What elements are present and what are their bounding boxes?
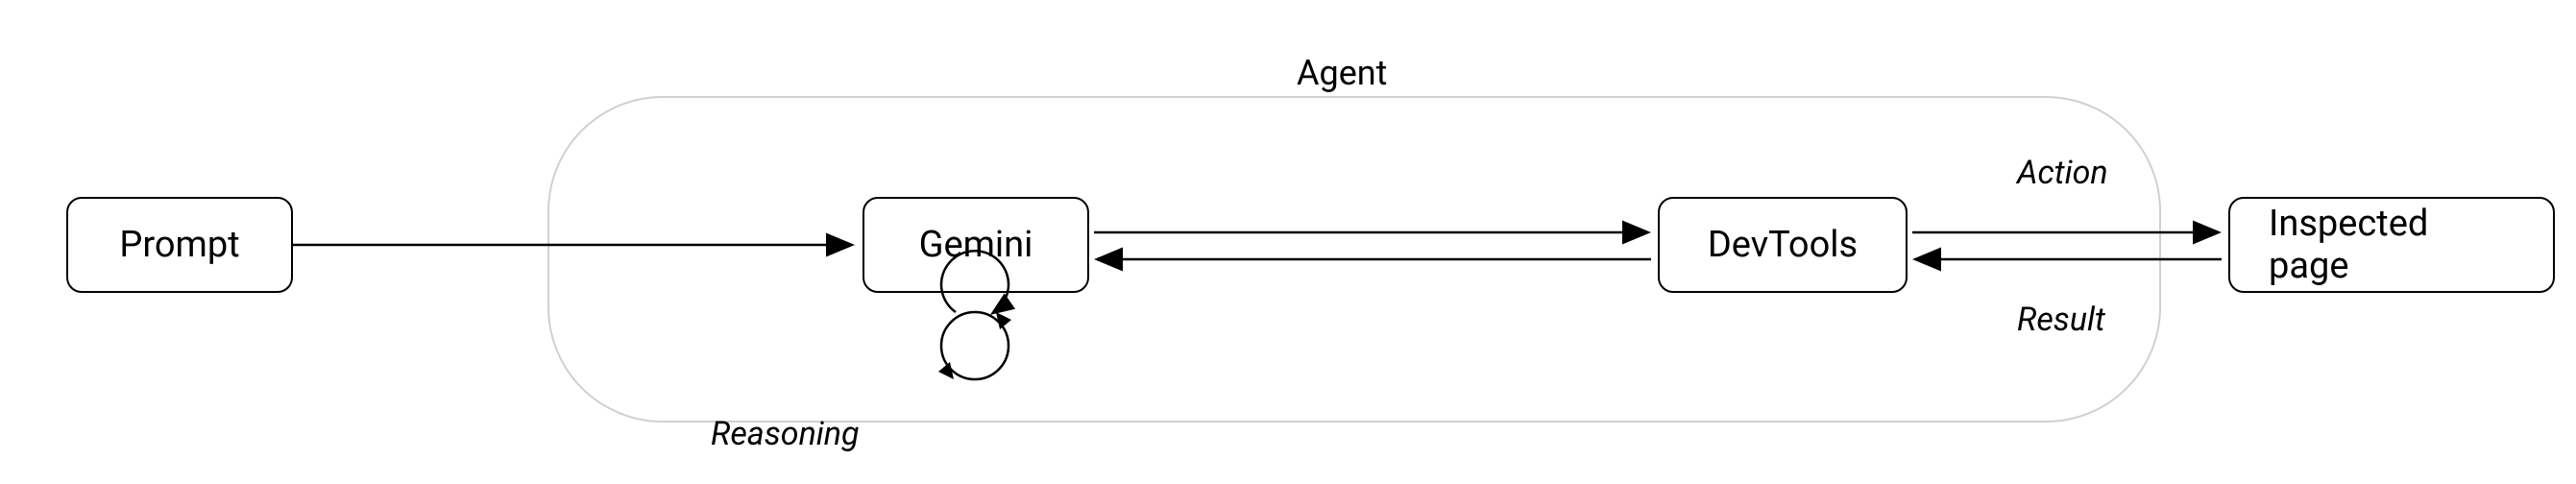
node-inspected: Inspected page — [2228, 197, 2555, 293]
node-prompt: Prompt — [66, 197, 293, 293]
node-devtools: DevTools — [1658, 197, 1908, 293]
label-reasoning: Reasoning — [711, 415, 860, 453]
node-gemini: Gemini — [863, 197, 1089, 293]
agent-container — [547, 96, 2161, 423]
label-action: Action — [2017, 154, 2108, 192]
label-result: Result — [2017, 301, 2105, 339]
agent-label: Agent — [1297, 53, 1387, 93]
